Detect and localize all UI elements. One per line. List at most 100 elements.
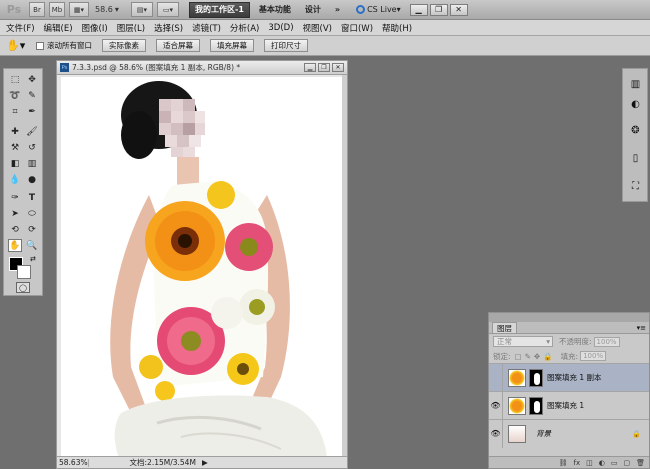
- menu-window[interactable]: 窗口(W): [341, 22, 373, 34]
- path-select-tool-icon[interactable]: ➤: [8, 207, 22, 220]
- fill-screen-button[interactable]: 填充屏幕: [210, 39, 254, 52]
- minimize-button[interactable]: ▁: [409, 3, 428, 16]
- marquee-tool-icon[interactable]: ⬚: [8, 73, 22, 86]
- cs-live-button[interactable]: CS Live ▾: [351, 2, 406, 18]
- mini-bridge-button[interactable]: Mb: [49, 2, 65, 17]
- visibility-toggle-empty[interactable]: [489, 363, 503, 392]
- menu-edit[interactable]: 编辑(E): [44, 22, 73, 34]
- arrange-documents-button[interactable]: ▤▾: [131, 2, 153, 17]
- pen-tool-icon[interactable]: ✑: [8, 191, 22, 204]
- menu-3d[interactable]: 3D(D): [268, 23, 293, 33]
- menu-file[interactable]: 文件(F): [6, 22, 35, 34]
- 3d-rotate-tool-icon[interactable]: ⟲: [8, 223, 22, 236]
- quick-mask-icon[interactable]: ◯: [16, 282, 30, 293]
- doc-close-button[interactable]: ✕: [332, 63, 344, 72]
- layer-mask-thumbnail[interactable]: [529, 368, 543, 387]
- status-zoom[interactable]: 58.63%: [57, 458, 88, 467]
- transform-panel-icon[interactable]: ⛶: [628, 179, 643, 193]
- hand-tool-icon[interactable]: ✋: [8, 239, 22, 252]
- eye-icon[interactable]: 👁: [489, 419, 503, 448]
- menu-select[interactable]: 选择(S): [154, 22, 183, 34]
- scroll-all-checkbox-box[interactable]: [36, 41, 44, 50]
- menu-layer[interactable]: 图层(L): [117, 22, 145, 34]
- restore-button[interactable]: ❐: [429, 3, 448, 16]
- vertical-scrollbar[interactable]: [342, 75, 347, 458]
- opacity-field[interactable]: 100%: [593, 336, 620, 347]
- quick-select-tool-icon[interactable]: ✎: [25, 89, 39, 102]
- histogram-panel-icon[interactable]: ▥: [628, 77, 643, 91]
- actual-pixels-button[interactable]: 实际像素: [102, 39, 146, 52]
- menu-filter[interactable]: 滤镜(T): [192, 22, 221, 34]
- workspace-basic-button[interactable]: 基本功能: [254, 2, 296, 18]
- menu-image[interactable]: 图像(I): [82, 22, 108, 34]
- clone-stamp-tool-icon[interactable]: ⚒: [8, 141, 22, 154]
- menu-analysis[interactable]: 分析(A): [230, 22, 259, 34]
- swap-colors-icon[interactable]: ⇄: [30, 255, 36, 263]
- fit-screen-button[interactable]: 适合屏幕: [156, 39, 200, 52]
- link-layers-icon[interactable]: ⛓: [559, 459, 568, 467]
- shape-tool-icon[interactable]: ⬭: [25, 207, 39, 220]
- eraser-tool-icon[interactable]: ◧: [8, 157, 22, 170]
- dodge-tool-icon[interactable]: ●: [25, 173, 39, 186]
- bridge-button[interactable]: Br: [29, 2, 45, 17]
- doc-minimize-button[interactable]: ▁: [304, 63, 316, 72]
- new-layer-icon[interactable]: ▢: [623, 459, 630, 467]
- zoom-level-field[interactable]: 58.6 ▾: [95, 3, 127, 17]
- workspace-design-button[interactable]: 设计: [300, 2, 326, 18]
- layers-panel-header[interactable]: [489, 313, 649, 322]
- new-group-icon[interactable]: ▭: [611, 459, 618, 467]
- lock-position-icon[interactable]: ✥: [534, 352, 540, 361]
- eye-icon[interactable]: 👁: [489, 391, 503, 420]
- blur-tool-icon[interactable]: 💧: [8, 173, 22, 186]
- add-mask-icon[interactable]: ◫: [586, 459, 593, 467]
- scroll-all-label: 滚动所有窗口: [47, 41, 92, 50]
- menu-help[interactable]: 帮助(H): [382, 22, 412, 34]
- doc-restore-button[interactable]: ❐: [318, 63, 330, 72]
- layer-row-pattern-fill[interactable]: 👁 图案填充 1: [489, 391, 649, 420]
- layer-style-icon[interactable]: fx: [574, 459, 581, 467]
- opacity-value: 100%: [596, 337, 617, 346]
- delete-layer-icon[interactable]: 🗑: [636, 459, 645, 467]
- 3d-orbit-tool-icon[interactable]: ⟳: [25, 223, 39, 236]
- fill-field[interactable]: 100%: [580, 351, 607, 361]
- tab-layers[interactable]: 图层: [492, 322, 517, 333]
- type-tool-icon[interactable]: T: [25, 191, 39, 204]
- adjustments-panel-icon[interactable]: ▯: [628, 151, 643, 165]
- workspace-active-button[interactable]: 我的工作区-1: [189, 1, 250, 18]
- close-button[interactable]: ✕: [449, 3, 468, 16]
- brush-tool-icon[interactable]: 🖌: [25, 125, 39, 138]
- document-tab[interactable]: Ps 7.3.3.psd @ 58.6% (图案填充 1 副本, RGB/8) …: [57, 61, 347, 75]
- crop-tool-icon[interactable]: ⌗: [8, 105, 22, 118]
- move-tool-icon[interactable]: ✥: [25, 73, 39, 86]
- layer-row-background[interactable]: 👁 背景 🔒: [489, 419, 649, 448]
- screen-mode-button[interactable]: ▭▾: [157, 2, 179, 17]
- menu-view[interactable]: 视图(V): [303, 22, 332, 34]
- lasso-tool-icon[interactable]: ➰: [8, 89, 22, 102]
- layer-name: 图案填充 1 副本: [547, 373, 602, 382]
- layer-row-pattern-fill-copy[interactable]: 图案填充 1 副本: [489, 363, 649, 392]
- hand-tool-preset-icon[interactable]: ✋▾: [6, 39, 26, 52]
- print-size-button[interactable]: 打印尺寸: [264, 39, 308, 52]
- scroll-all-windows-checkbox[interactable]: 滚动所有窗口: [36, 40, 92, 51]
- background-color-swatch[interactable]: [17, 265, 31, 279]
- gradient-tool-icon[interactable]: ▥: [25, 157, 39, 170]
- healing-brush-tool-icon[interactable]: ✚: [8, 125, 22, 138]
- lock-all-icon[interactable]: 🔒: [543, 352, 552, 361]
- status-arrow-icon[interactable]: ▶: [202, 458, 208, 467]
- eyedropper-tool-icon[interactable]: ✒: [25, 105, 39, 118]
- navigator-panel-icon[interactable]: ◐: [628, 97, 643, 111]
- lock-transparent-icon[interactable]: ▢: [515, 352, 522, 361]
- adjustment-layer-icon[interactable]: ◐: [599, 459, 605, 467]
- workspace-more-button[interactable]: »: [330, 2, 345, 18]
- blend-mode-select[interactable]: 正常 ▾: [493, 336, 553, 347]
- layer-mask-thumbnail[interactable]: [529, 396, 543, 415]
- document-status-bar: 58.63% | 文档:2.15M/3.54M ▶: [57, 456, 347, 468]
- panel-menu-icon[interactable]: ▾≡: [637, 324, 646, 332]
- zoom-tool-icon[interactable]: 🔍: [25, 239, 39, 252]
- view-extras-button[interactable]: ▦▾: [69, 2, 89, 17]
- color-panel-icon[interactable]: ❂: [628, 123, 643, 137]
- layer-name: 背景: [536, 429, 551, 438]
- canvas-image[interactable]: [61, 77, 345, 458]
- lock-pixels-icon[interactable]: ✎: [525, 352, 531, 361]
- history-brush-tool-icon[interactable]: ↺: [25, 141, 39, 154]
